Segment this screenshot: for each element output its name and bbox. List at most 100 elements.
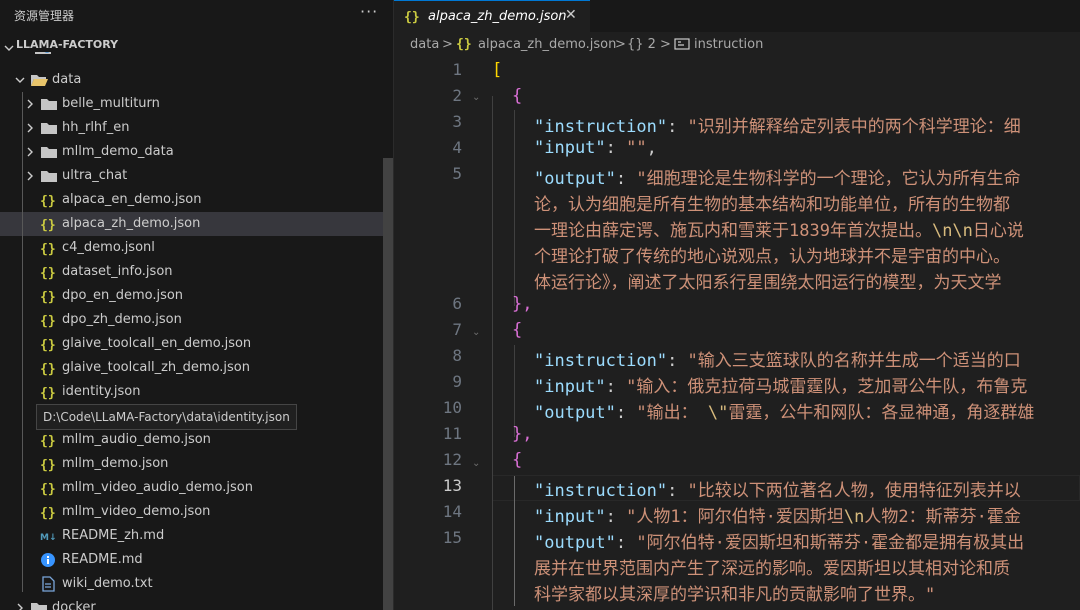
breadcrumb: data > {} alpaca_zh_demo.json > {} 2 > i… (394, 32, 1080, 58)
tree-item-label: alpaca_zh_demo.json (62, 216, 201, 231)
json-file-icon: {} (40, 288, 58, 305)
tree-item-label: alpaca_en_demo.json (62, 192, 202, 207)
json-file-icon: {} (40, 336, 58, 353)
svg-text:{}: {} (40, 242, 56, 256)
tree-item-mllm-demo-json[interactable]: {} mllm_demo.json (0, 452, 383, 476)
code-line-6: }, (512, 294, 533, 314)
breadcrumb-file[interactable]: alpaca_zh_demo.json (478, 37, 616, 52)
line-number: 15 (442, 528, 462, 547)
line-number: 3 (452, 112, 462, 131)
indent-guide-active (514, 476, 515, 606)
tree-item-ultra-chat[interactable]: ultra_chat (0, 164, 383, 188)
json-file-icon: {} (40, 480, 58, 497)
tree-item-label: dpo_zh_demo.json (62, 312, 182, 327)
breadcrumb-property[interactable]: instruction (694, 37, 763, 52)
tree-item-label: identity.json (62, 384, 141, 399)
code-line-5-wrap-1: 论，认为细胞是所有生物的基本结构和功能单位，所有的生物都 (534, 195, 1010, 215)
explorer-title: 资源管理器 (14, 9, 75, 23)
folder-icon (40, 144, 58, 160)
tree-item-identity-json[interactable]: {} identity.json (0, 380, 383, 404)
chevron-down-icon (14, 74, 26, 86)
tree-item-c4-demo-jsonl[interactable]: {} c4_demo.jsonl (0, 236, 383, 260)
tab-label: alpaca_zh_demo.json (428, 9, 567, 24)
path-tooltip: D:\Code\LLaMA-Factory\data\identity.json (36, 404, 297, 430)
line-number: 9 (452, 372, 462, 391)
tree-item-dataset-info-json[interactable]: {} dataset_info.json (0, 260, 383, 284)
more-actions-icon[interactable]: ··· (360, 2, 378, 21)
svg-text:{}: {} (40, 338, 56, 352)
code-line-2: { (512, 86, 523, 106)
tree-item-alpaca-zh-demo-json[interactable]: {} alpaca_zh_demo.json (0, 212, 383, 236)
sidebar-scroll-thumb[interactable] (383, 158, 393, 610)
tree-item-mllm-audio-demo-json[interactable]: {} mllm_audio_demo.json (0, 428, 383, 452)
workspace-name: LLAMA-FACTORY (16, 38, 119, 51)
line-number: 8 (452, 346, 462, 365)
code-line-12: { (512, 450, 523, 470)
info-icon (40, 552, 58, 568)
tree-item-docker[interactable]: docker (0, 596, 383, 610)
code-line-5: "output": "细胞理论是生物科学的一个理论，它认为所有生命 (534, 169, 1021, 189)
json-file-icon: {} (40, 312, 58, 329)
tree-item-mllm-demo-data[interactable]: mllm_demo_data (0, 140, 383, 164)
code-line-10: "output": "输出： \"雷霆，公牛和网队：各显神通，角逐群雄 (534, 403, 1035, 423)
tree-item-data[interactable]: data (0, 68, 383, 92)
code-line-15-wrap-1: 展并在世界范围内产生了深远的影响。爱因斯坦以其相对论和质 (534, 559, 1010, 579)
tree-item-dpo-en-demo-json[interactable]: {} dpo_en_demo.json (0, 284, 383, 308)
tree-item-label: mllm_video_demo.json (62, 504, 211, 519)
json-file-icon: {} (40, 360, 58, 377)
indent-guide (514, 110, 515, 306)
code-line-11: }, (512, 424, 533, 444)
tree-item-label: ultra_chat (62, 168, 128, 183)
close-icon[interactable]: ✕ (565, 7, 577, 23)
code-line-5-wrap-3: 个理论打破了传统的地心说观点，认为地球并不是宇宙的中心。 (534, 247, 1010, 267)
code-line-9: "input": "输入：俄克拉荷马城雷霆队，芝加哥公牛队，布鲁克 (534, 377, 1028, 397)
breadcrumb-folder[interactable]: data (410, 37, 439, 52)
fold-chevron-icon[interactable]: ⌄ (472, 458, 480, 469)
tree-item-dpo-zh-demo-json[interactable]: {} dpo_zh_demo.json (0, 308, 383, 332)
tree-item-mllm-video-demo-json[interactable]: {} mllm_video_demo.json (0, 500, 383, 524)
code-line-15: "output": "阿尔伯特·爱因斯坦和斯蒂芬·霍金都是拥有极其出 (534, 533, 1025, 553)
tab-alpaca-zh-demo[interactable]: {} alpaca_zh_demo.json ✕ (394, 0, 590, 33)
chevron-right-icon (24, 146, 36, 158)
json-file-icon: {} (40, 504, 58, 521)
tree-item-label: glaive_toolcall_en_demo.json (62, 336, 252, 351)
folder-icon (40, 96, 58, 112)
tree-item-label: dpo_en_demo.json (62, 288, 184, 303)
tree-item-label: data (52, 72, 82, 87)
tree-item-glaive-toolcall-en-demo-json[interactable]: {} glaive_toolcall_en_demo.json (0, 332, 383, 356)
svg-text:{}: {} (404, 10, 420, 24)
svg-text:{}: {} (40, 314, 56, 328)
text-file-icon (40, 576, 58, 592)
fold-chevron-icon[interactable]: ⌄ (472, 327, 480, 338)
json-file-icon: {} (40, 264, 58, 281)
tree-item-hh-rlhf-en[interactable]: hh_rlhf_en (0, 116, 383, 140)
editor-area: {} alpaca_zh_demo.json ✕ data > {} alpac… (394, 0, 1080, 610)
tree-item-glaive-toolcall-zh-demo-json[interactable]: {} glaive_toolcall_zh_demo.json (0, 356, 383, 380)
tree-item-wiki-demo-txt[interactable]: wiki_demo.txt (0, 572, 383, 596)
fold-chevron-icon[interactable]: ⌄ (472, 92, 480, 103)
line-number: 1 (452, 60, 462, 79)
json-file-icon: {} (456, 35, 474, 55)
explorer-section-header[interactable]: LLAMA-FACTORY (0, 34, 393, 52)
tree-item-readme-md[interactable]: README.md (0, 548, 383, 572)
line-number: 7 (452, 320, 462, 339)
chevron-right-icon (24, 170, 36, 182)
tree-item-alpaca-en-demo-json[interactable]: {} alpaca_en_demo.json (0, 188, 383, 212)
explorer-header: 资源管理器 ··· (0, 0, 393, 30)
line-number: 10 (442, 398, 462, 417)
tree-item-label: docker (52, 600, 96, 610)
line-number: 2 (452, 86, 462, 105)
line-number: 11 (442, 424, 462, 443)
code-line-4: "input": "", (534, 138, 657, 158)
breadcrumb-object[interactable]: {} 2 (627, 37, 656, 52)
tree-item-label: README.md (62, 552, 143, 567)
tree-item-mllm-video-audio-demo-json[interactable]: {} mllm_video_audio_demo.json (0, 476, 383, 500)
json-file-icon: {} (404, 8, 422, 28)
json-file-icon: {} (40, 216, 58, 233)
markdown-file-icon: M↓ (40, 528, 58, 544)
svg-text:{}: {} (40, 482, 56, 496)
tree-item-readme-zh-md[interactable]: M↓ README_zh.md (0, 524, 383, 548)
tree-item-label: mllm_demo.json (62, 456, 169, 471)
tree-item-belle-multiturn[interactable]: belle_multiturn (0, 92, 383, 116)
folder-icon (30, 600, 48, 610)
